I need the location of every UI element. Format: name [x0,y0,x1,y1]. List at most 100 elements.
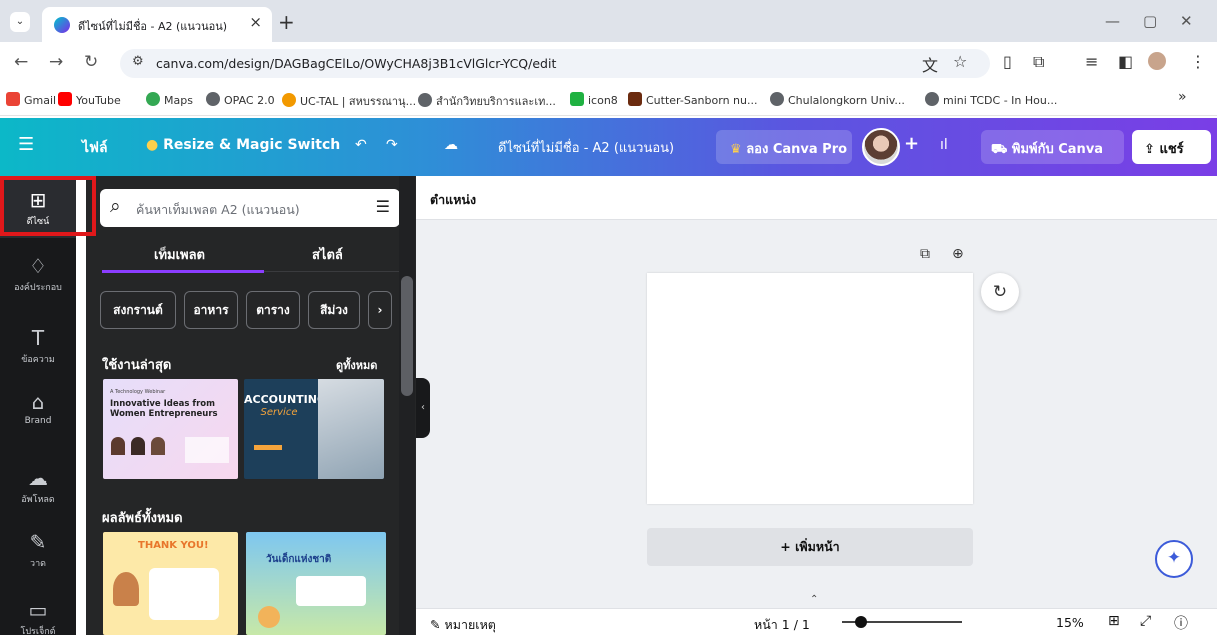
address-bar[interactable]: ⚙ canva.com/design/DAGBagCElLo/OWyCHA8j3… [120,49,990,78]
browser-tab-active[interactable]: ดีไซน์ที่ไม่มีชื่อ - A2 (แนวนอน) × [42,7,272,42]
bookmark-library[interactable]: สำนักวิทยบริการและเท... [418,92,556,110]
template-search-input[interactable]: ⌕ ค้นหาเท็มเพลต A2 (แนวนอน) ☰ [100,189,400,227]
profile-avatar[interactable] [1148,52,1166,70]
cloud-saved-icon[interactable]: ☁ [444,137,458,153]
tab-styles[interactable]: สไตล์ [312,244,343,265]
bookmark-tcdc[interactable]: mini TCDC - In Hou... [925,92,1057,107]
translate-icon[interactable]: 文 [922,52,938,76]
bookmark-icon8[interactable]: icon8 [570,92,618,107]
chip-purple[interactable]: สีม่วง [308,291,360,329]
page-indicator[interactable]: หน้า 1 / 1 [754,615,810,635]
back-icon[interactable]: ← [14,52,28,72]
all-results-heading: ผลลัพธ์ทั้งหมด [102,511,183,526]
extensions-icon[interactable]: ⧉ [1033,52,1044,72]
panel-scrollbar-thumb[interactable] [401,276,413,396]
rail-item-text[interactable]: T ข้อความ [0,326,76,366]
url-text[interactable]: canva.com/design/DAGBagCElLo/OWyCHA8j3B1… [156,56,556,71]
collapse-panel-button[interactable]: ‹ [416,378,430,438]
grid-view-icon[interactable]: ⊞ [1108,613,1120,629]
undo-icon[interactable]: ↶ [355,137,367,153]
bookmark-gmail[interactable]: Gmail [6,92,56,107]
share-button[interactable]: ⇪ แชร์ [1132,130,1211,164]
bookmark-chula[interactable]: Chulalongkorn Univ... [770,92,905,107]
thumb-subtitle: Service [260,407,298,418]
design-page[interactable] [647,273,973,504]
bookmark-star-icon[interactable]: ☆ [953,52,967,71]
magic-refresh-icon[interactable]: ↻ [981,273,1019,311]
search-placeholder: ค้นหาเท็มเพลต A2 (แนวนอน) [136,202,300,217]
browser-menu-icon[interactable]: ⋮ [1190,52,1206,71]
rail-item-uploads[interactable]: ☁ อัพโหลด [0,466,76,506]
minimize-icon[interactable]: — [1105,12,1120,30]
template-thumb-thank-you[interactable]: THANK YOU! [103,532,238,635]
thumb-title: Innovative Ideas from Women Entrepreneur… [110,399,218,419]
thumb-photo [318,379,384,479]
template-thumb-women-entrepreneurs[interactable]: A Technology Webinar Innovative Ideas fr… [103,379,238,479]
thumb-subtitle: A Technology Webinar [110,389,166,395]
chip-table[interactable]: ตาราง [246,291,300,329]
expand-pages-icon[interactable]: ⌃ [810,594,818,605]
tab-search-button[interactable]: ⌄ [10,12,30,32]
add-page-button[interactable]: + เพิ่มหน้า [647,528,973,566]
child-illustration [113,572,139,606]
restore-icon[interactable]: ▢ [1143,12,1157,30]
forward-icon[interactable]: → [49,52,63,72]
rail-item-elements[interactable]: ♢ องค์ประกอบ [0,254,76,294]
analytics-icon[interactable]: ıl [940,137,948,153]
redo-icon[interactable]: ↷ [386,137,398,153]
maps-icon [146,92,160,106]
chips-next-icon[interactable]: › [368,291,392,329]
media-icon[interactable]: ≡ [1085,52,1098,71]
magic-assistant-icon[interactable]: ✦ [1155,540,1193,578]
panel-scrollbar-track [399,176,415,635]
bookmarks-overflow[interactable]: » [1178,89,1187,105]
child-illustration [258,606,280,628]
print-with-canva-button[interactable]: ⛟ พิมพ์กับ Canva [981,130,1124,164]
try-pro-button[interactable]: ♛ ลอง Canva Pro [716,130,852,164]
rail-item-projects[interactable]: ▭ โปรเจ็กต์ [0,598,76,638]
template-thumb-childrens-day[interactable]: วันเด็กแห่งชาติ [246,532,386,635]
chip-food[interactable]: อาหาร [184,291,238,329]
zoom-slider-handle[interactable] [855,616,867,628]
help-icon[interactable]: ⓘ [1174,613,1188,633]
user-avatar[interactable] [862,128,900,166]
icon8-icon [570,92,584,106]
bookmarks-bar: Gmail YouTube Maps OPAC 2.0 UC-TAL | สหบ… [0,84,1217,116]
add-collaborator-icon[interactable]: + [904,133,919,154]
folder-icon: ▭ [28,598,48,622]
bookmark-opac[interactable]: OPAC 2.0 [206,92,275,107]
rail-item-brand[interactable]: ⌂ Brand [0,390,76,426]
rail-item-draw[interactable]: ✎ วาด [0,530,76,570]
canva-favicon-icon [54,17,70,33]
bookmark-cutter[interactable]: Cutter-Sanborn nu... [628,92,757,107]
tab-close-icon[interactable]: × [249,13,262,31]
notes-button[interactable]: ✎ หมายเหตุ [430,615,496,635]
reading-list-icon[interactable]: ▯ [1003,52,1012,71]
bookmark-maps[interactable]: Maps [146,92,193,107]
close-window-icon[interactable]: ✕ [1180,12,1193,30]
menu-icon[interactable]: ☰ [18,134,34,155]
bookmark-youtube[interactable]: YouTube [58,92,121,107]
position-button[interactable]: ตำแหน่ง [430,190,476,210]
new-tab-button[interactable]: + [278,10,295,34]
context-toolbar: ตำแหน่ง [416,176,1217,220]
site-info-icon[interactable]: ⚙ [132,54,144,69]
zoom-level[interactable]: 15% [1056,615,1084,630]
duplicate-page-icon[interactable]: ⧉ [920,246,930,262]
add-page-icon[interactable]: ⊕ [952,246,964,262]
template-thumb-accounting[interactable]: ACCOUNTING Service [244,379,384,479]
print-label: ⛟ พิมพ์กับ Canva [991,142,1104,157]
fullscreen-icon[interactable]: ⤢ [1140,613,1151,629]
notes-icon: ✎ [430,617,441,632]
see-all-link[interactable]: ดูทั้งหมด [336,356,377,374]
reload-icon[interactable]: ↻ [84,52,98,72]
chip-songkran[interactable]: สงกรานต์ [100,291,176,329]
bookmark-uctal[interactable]: UC-TAL | สหบรรณานุ... [282,92,416,110]
filter-icon[interactable]: ☰ [376,197,390,216]
document-title[interactable]: ดีไซน์ที่ไม่มีชื่อ - A2 (แนวนอน) [498,137,674,158]
resize-button[interactable]: ● Resize & Magic Switch [146,137,340,153]
side-panel-icon[interactable]: ◧ [1118,52,1133,71]
file-menu[interactable]: ไฟล์ [82,137,108,159]
tab-templates[interactable]: เท็มเพลต [154,244,205,265]
active-tab-indicator [102,270,264,273]
